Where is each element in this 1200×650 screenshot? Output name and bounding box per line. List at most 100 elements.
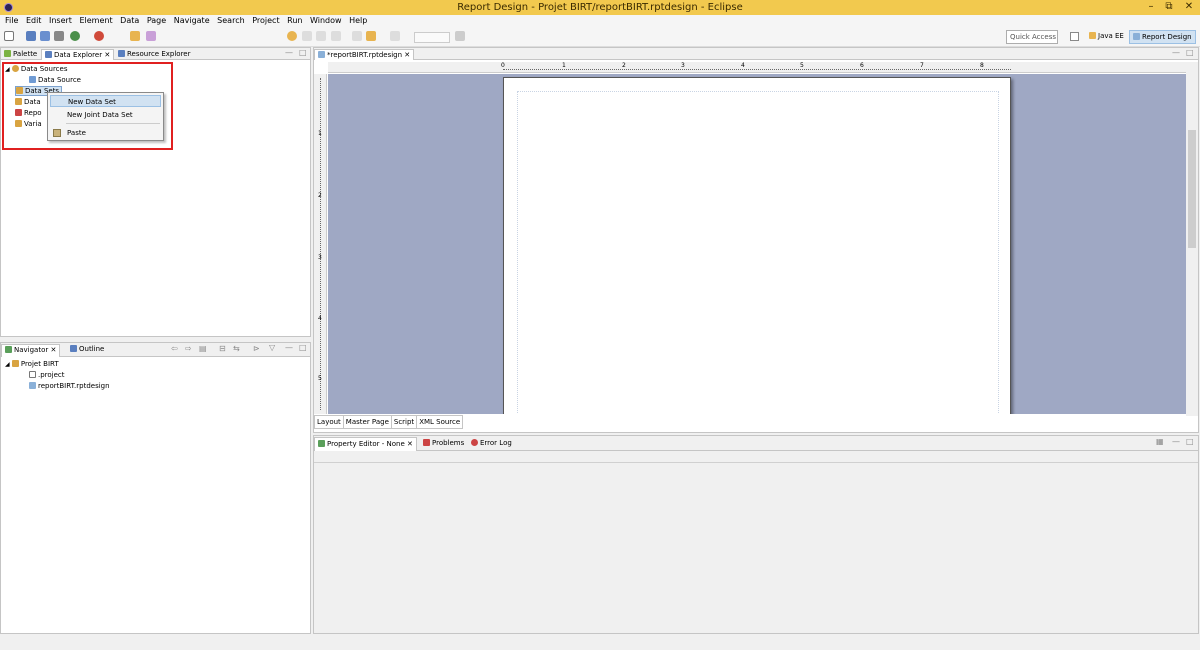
view-menu-icon[interactable]: ▽ [269, 343, 275, 352]
maximize-icon[interactable]: □ [299, 48, 307, 57]
link-editor-icon[interactable]: ⇆ [233, 344, 240, 353]
ruler-label: 8 [980, 62, 984, 69]
project-folder-icon [11, 360, 19, 367]
ruler-label: 5 [318, 375, 322, 382]
navigator-panel: Navigator ✕ Outline ⇦ ⇨ ▤ ⊟ ⇆ ⊳ ▽ — □ ◢ … [0, 342, 311, 634]
palette-icon [4, 50, 11, 57]
tree-item-report-file[interactable]: reportBIRT.rptdesign [5, 381, 110, 392]
maximize-icon[interactable]: □ [1186, 437, 1194, 446]
perspective-java-ee[interactable]: Java EE [1086, 30, 1127, 44]
problems-icon [423, 439, 430, 446]
report-design-icon [1133, 33, 1140, 40]
menu-insert[interactable]: Insert [49, 15, 72, 27]
vertical-ruler: 1 2 3 4 5 [314, 74, 327, 414]
menu-help[interactable]: Help [349, 15, 367, 27]
error-log-icon [471, 439, 478, 446]
design-canvas[interactable] [328, 74, 1186, 414]
maximize-icon[interactable]: □ [299, 343, 307, 352]
print-icon[interactable] [54, 31, 64, 41]
expand-icon[interactable]: ◢ [5, 361, 10, 368]
minimize-icon[interactable]: — [285, 48, 293, 57]
property-editor-panel: Property Editor - None ✕ Problems Error … [313, 435, 1199, 634]
restore-button[interactable]: ⧉ [1158, 1, 1180, 13]
filter-icon[interactable]: ⊳ [253, 344, 260, 353]
previous-annotation-icon[interactable] [331, 31, 341, 41]
xml-file-icon [29, 371, 36, 378]
ruler-label: 0 [501, 62, 505, 69]
minimize-icon[interactable]: — [285, 343, 293, 352]
back-icon[interactable] [366, 31, 376, 41]
collapse-all-icon[interactable]: ⊟ [219, 344, 226, 353]
menu-project[interactable]: Project [252, 15, 279, 27]
run-icon[interactable] [70, 31, 80, 41]
ruler-ticks [320, 78, 321, 410]
tab-master-page[interactable]: Master Page [342, 415, 392, 429]
view-menu-icon[interactable]: ▦ [1156, 437, 1164, 446]
forward-nav-icon[interactable] [390, 31, 400, 41]
navigator-tabs: Navigator ✕ Outline ⇦ ⇨ ▤ ⊟ ⇆ ⊳ ▽ — □ [1, 343, 310, 357]
close-button[interactable]: ✕ [1178, 1, 1200, 13]
tab-resource-explorer[interactable]: Resource Explorer [115, 49, 193, 60]
quick-access-field[interactable]: Quick Access [1006, 30, 1058, 44]
zoom-combo[interactable] [414, 32, 450, 43]
pin-icon[interactable] [455, 31, 465, 41]
perspective-report-design[interactable]: Report Design [1129, 30, 1196, 44]
ruler-label: 2 [622, 62, 626, 69]
tab-palette[interactable]: Palette [1, 49, 40, 60]
tab-problems[interactable]: Problems [420, 437, 467, 448]
close-icon[interactable]: ✕ [407, 440, 413, 448]
forward-arrow-icon[interactable]: ⇨ [185, 344, 192, 353]
tab-outline[interactable]: Outline [67, 344, 107, 355]
save-icon[interactable] [26, 31, 36, 41]
close-icon[interactable]: ✕ [51, 346, 57, 354]
menu-window[interactable]: Window [310, 15, 342, 27]
close-icon[interactable]: ✕ [104, 51, 110, 59]
ruler-label: 4 [318, 315, 322, 322]
debug-icon[interactable] [94, 31, 104, 41]
tab-property-editor[interactable]: Property Editor - None ✕ [314, 437, 417, 451]
minimize-icon[interactable]: — [1172, 437, 1180, 446]
tab-report-design[interactable]: *reportBIRT.rptdesign ✕ [314, 49, 415, 60]
menu-page[interactable]: Page [147, 15, 166, 27]
horizontal-ruler: 0 1 2 3 4 5 6 7 8 [328, 62, 1186, 73]
resource-explorer-icon [118, 50, 125, 57]
property-tabs: Property Editor - None ✕ Problems Error … [314, 436, 1198, 451]
report-page[interactable] [503, 77, 1011, 414]
menu-element[interactable]: Element [79, 15, 112, 27]
menu-data[interactable]: Data [120, 15, 139, 27]
menu-run[interactable]: Run [287, 15, 302, 27]
nav-icon[interactable] [287, 31, 297, 41]
editor-tabs: *reportBIRT.rptdesign ✕ — □ [314, 48, 1198, 60]
tree-item-project-file[interactable]: .project [5, 370, 110, 381]
navigator-tree: ◢ Projet BIRT .project reportBIRT.rptdes… [5, 359, 110, 392]
page-margin-area[interactable] [517, 91, 999, 414]
up-icon[interactable]: ▤ [199, 344, 207, 353]
next-annotation-icon[interactable] [316, 31, 326, 41]
property-divider [314, 462, 1198, 463]
menu-navigate[interactable]: Navigate [174, 15, 210, 27]
menu-search[interactable]: Search [217, 15, 244, 27]
forward-icon[interactable] [302, 31, 312, 41]
scrollbar-thumb[interactable] [1188, 130, 1196, 248]
minimize-icon[interactable]: — [1172, 48, 1180, 57]
menu-edit[interactable]: Edit [26, 15, 42, 27]
new-icon[interactable] [4, 31, 14, 41]
open-perspective-icon[interactable] [1070, 32, 1079, 41]
save-all-icon[interactable] [40, 31, 50, 41]
tree-item-projet-birt[interactable]: ◢ Projet BIRT [5, 359, 110, 370]
last-edit-icon[interactable] [352, 31, 362, 41]
tab-xml-source[interactable]: XML Source [416, 415, 464, 429]
ruler-label: 4 [741, 62, 745, 69]
open-folder-icon[interactable] [130, 31, 140, 41]
tab-data-explorer[interactable]: Data Explorer ✕ [41, 49, 115, 60]
close-icon[interactable]: ✕ [404, 51, 410, 59]
menu-file[interactable]: File [5, 15, 18, 27]
pencil-icon[interactable] [146, 31, 156, 41]
ruler-label: 6 [860, 62, 864, 69]
tab-script[interactable]: Script [390, 415, 418, 429]
tab-error-log[interactable]: Error Log [468, 437, 515, 448]
maximize-icon[interactable]: □ [1186, 48, 1194, 57]
tab-layout[interactable]: Layout [314, 415, 344, 429]
tab-navigator[interactable]: Navigator ✕ [1, 344, 61, 357]
back-arrow-icon[interactable]: ⇦ [171, 344, 178, 353]
